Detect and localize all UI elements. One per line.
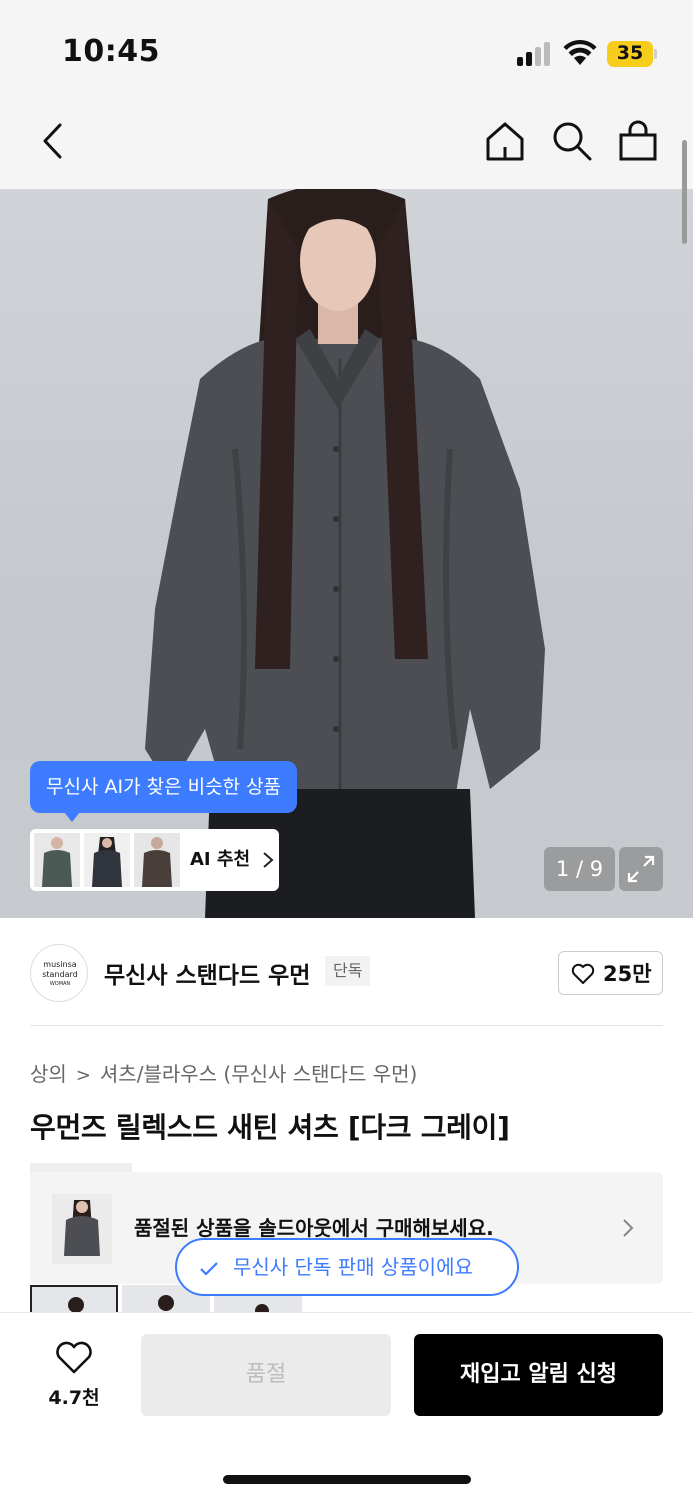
scrollbar[interactable] bbox=[682, 140, 687, 244]
brand-logo[interactable]: musinsa standard WOMAN bbox=[30, 944, 88, 1002]
brand-like-button[interactable]: 25만 bbox=[558, 951, 663, 995]
exclusive-toast: 무신사 단독 판매 상품이에요 bbox=[175, 1238, 519, 1296]
search-icon[interactable] bbox=[550, 119, 594, 163]
product-image-carousel[interactable]: 무신사 AI가 찾은 비슷한 상품 AI 추천 1 / 9 bbox=[0, 189, 693, 918]
exclusive-tag: 단독 bbox=[325, 956, 371, 986]
thumbnail-1[interactable] bbox=[30, 1285, 118, 1313]
soldout-button: 품절 bbox=[141, 1334, 391, 1416]
divider bbox=[30, 1025, 663, 1026]
battery-level: 35 bbox=[616, 42, 644, 64]
chevron-right-icon bbox=[263, 852, 274, 868]
wishlist-button[interactable]: 4.7천 bbox=[30, 1339, 118, 1415]
brand-like-count: 25만 bbox=[603, 962, 652, 986]
home-indicator bbox=[223, 1475, 471, 1484]
image-pager: 1 / 9 bbox=[544, 847, 615, 891]
breadcrumb-subcategory[interactable]: 셔츠/블라우스 (무신사 스탠다드 우먼) bbox=[100, 1062, 417, 1086]
soldout-banner-text: 품절된 상품을 솔드아웃에서 구매해보세요. bbox=[134, 1216, 494, 1240]
status-time: 10:45 bbox=[62, 34, 160, 69]
product-title: 우먼즈 릴렉스드 새틴 셔츠 [다크 그레이] bbox=[30, 1111, 510, 1144]
wishlist-count: 4.7천 bbox=[48, 1387, 100, 1409]
shopping-bag-icon[interactable] bbox=[616, 119, 660, 163]
ai-similar-products-tooltip[interactable]: 무신사 AI가 찾은 비슷한 상품 bbox=[30, 761, 298, 822]
wifi-icon bbox=[563, 40, 597, 65]
heart-icon bbox=[571, 963, 595, 984]
back-icon[interactable] bbox=[32, 119, 76, 163]
soldout-product-thumb bbox=[52, 1194, 112, 1264]
bottom-action-bar: 4.7천 품절 재입고 알림 신청 bbox=[0, 1312, 693, 1500]
breadcrumb-category[interactable]: 상의 bbox=[30, 1062, 67, 1086]
status-bar: 10:45 35 bbox=[0, 0, 693, 105]
breadcrumb-separator-icon: > bbox=[75, 1065, 91, 1086]
breadcrumb: 상의 > 셔츠/블라우스 (무신사 스탠다드 우먼) bbox=[30, 1058, 417, 1087]
ai-thumb-2 bbox=[84, 833, 130, 887]
ai-thumb-3 bbox=[134, 833, 180, 887]
check-icon bbox=[200, 1262, 218, 1276]
chevron-right-icon bbox=[623, 1219, 634, 1237]
exclusive-toast-text: 무신사 단독 판매 상품이에요 bbox=[233, 1255, 473, 1279]
expand-icon[interactable] bbox=[619, 847, 663, 891]
cellular-signal-icon bbox=[517, 42, 553, 66]
home-icon[interactable] bbox=[483, 119, 527, 163]
restock-alert-button[interactable]: 재입고 알림 신청 bbox=[414, 1334, 663, 1416]
heart-icon bbox=[56, 1341, 92, 1374]
ai-thumb-1 bbox=[34, 833, 80, 887]
brand-name[interactable]: 무신사 스탠다드 우먼 bbox=[104, 956, 310, 990]
brand-row: musinsa standard WOMAN 무신사 스탠다드 우먼 단독 25… bbox=[0, 918, 693, 1026]
battery-icon: 35 bbox=[607, 41, 657, 67]
ai-recommend-card[interactable]: AI 추천 bbox=[30, 829, 279, 891]
ai-recommend-label: AI 추천 bbox=[190, 849, 251, 870]
top-nav bbox=[0, 105, 693, 189]
